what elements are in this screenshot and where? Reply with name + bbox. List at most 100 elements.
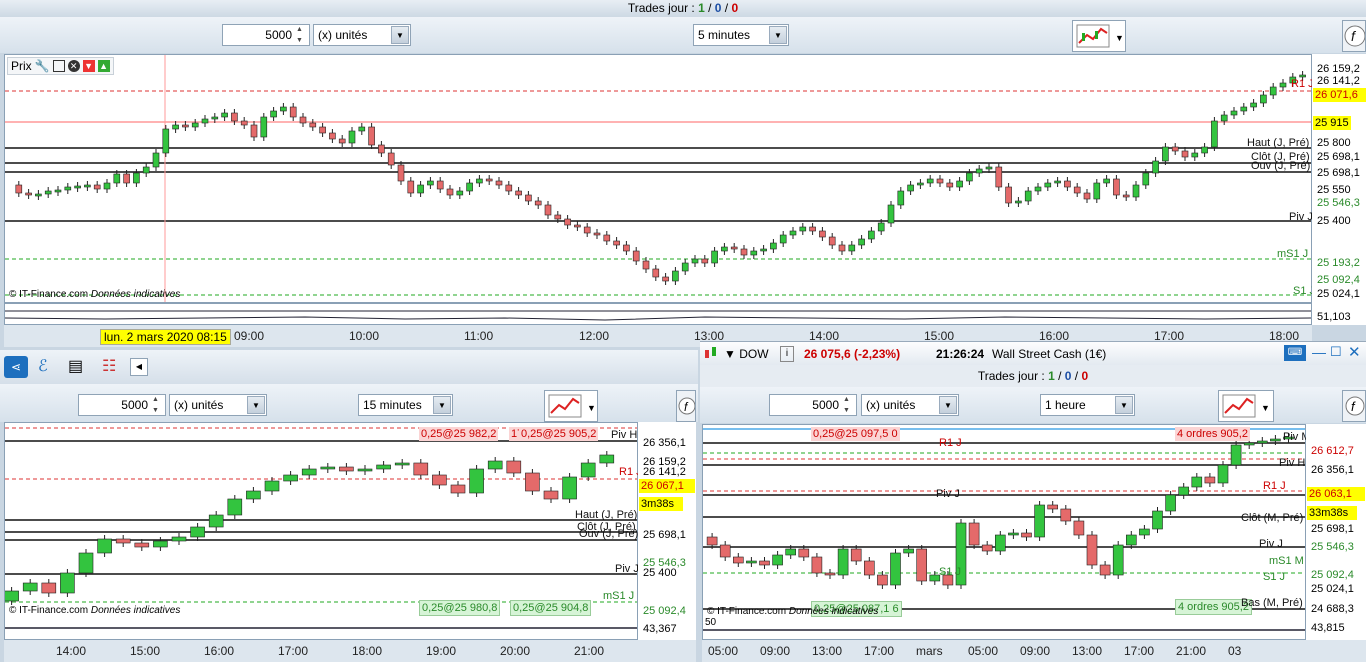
candle	[1201, 146, 1208, 154]
candle	[811, 556, 823, 574]
window-icon[interactable]	[52, 60, 65, 72]
candle	[208, 514, 224, 528]
chevron-down-icon[interactable]: ▼	[939, 396, 957, 414]
candle	[495, 180, 503, 186]
br-timeframe-select[interactable]: 1 heure ▼	[1040, 394, 1135, 416]
instrument-name: DOW	[739, 347, 769, 361]
price-tick: 25 400	[1317, 215, 1351, 227]
order-tag[interactable]: 4 ordres 905,2	[1175, 427, 1250, 441]
br-unit-select[interactable]: (x) unités ▼	[861, 394, 959, 416]
chevron-down-icon[interactable]: ▼	[391, 26, 409, 44]
stepper-arrows-icon[interactable]: ▲ ▼	[843, 395, 854, 415]
unit-value: (x) unités	[866, 398, 916, 412]
candle	[897, 190, 905, 206]
bl-unit-select[interactable]: (x) unités ▼	[169, 394, 267, 416]
br-formula-button[interactable]: f	[1342, 390, 1366, 422]
close-icon[interactable]: ✕	[67, 60, 80, 72]
candle	[201, 118, 209, 124]
candle	[93, 184, 101, 190]
collapse-left-icon[interactable]: ◀	[130, 358, 148, 376]
candle	[623, 244, 630, 252]
share-icon[interactable]: ⋖	[4, 356, 28, 378]
candle	[672, 270, 679, 282]
bl-formula-button[interactable]: f	[676, 390, 696, 422]
order-tag[interactable]: 0,25@25 905,2	[519, 427, 599, 441]
tree-icon[interactable]: ☷	[102, 356, 116, 376]
oscillator-label: 50	[705, 617, 717, 628]
order-tag[interactable]: 0,25@25 980,8	[419, 600, 501, 616]
candle	[289, 106, 297, 118]
bl-price-axis: 26 356,1 26 159,2 26 141,2 26 067,1 3m38…	[638, 422, 696, 640]
candle	[1240, 106, 1248, 112]
candle	[1279, 82, 1287, 88]
candle	[387, 152, 395, 166]
candle	[1142, 172, 1150, 186]
candle	[264, 480, 280, 492]
candles-icon	[704, 346, 720, 360]
main-chart-area[interactable]: Prix 🔧 ✕ ▼ ▲ © IT-Finance.com Données in…	[4, 54, 1315, 303]
bl-chart-type-button[interactable]: ▼	[544, 390, 598, 422]
candle	[701, 258, 709, 264]
minimize-icon[interactable]: —	[1312, 344, 1326, 360]
arrow-down-icon[interactable]: ▼	[82, 60, 95, 72]
candle	[221, 112, 228, 118]
indicator-icon[interactable]: ℰ	[38, 356, 48, 376]
candle	[84, 184, 91, 188]
candle	[1152, 160, 1159, 174]
time-tick: 19:00	[426, 644, 457, 658]
info-icon[interactable]: i	[780, 346, 794, 362]
price-tick: 25 400	[643, 567, 677, 579]
bl-quantity-stepper[interactable]: 5000 ▲ ▼	[78, 394, 166, 416]
wrench-icon[interactable]: 🔧	[35, 59, 50, 73]
candle	[22, 582, 38, 592]
candle	[706, 536, 718, 546]
candle	[1086, 534, 1098, 566]
close-icon[interactable]: ✕	[1348, 343, 1361, 361]
price-tick: 25 546,3	[1317, 197, 1360, 209]
bl-chart-area[interactable]: 0,25@25 982,2 171,7 0,25@25 905,2 0,25@2…	[4, 422, 642, 640]
formula-button[interactable]: f	[1342, 20, 1366, 52]
line-label-r1: R1 J	[1263, 480, 1286, 492]
chart-type-button[interactable]: ▼	[1072, 20, 1126, 52]
chevron-down-icon[interactable]: ▼	[247, 396, 265, 414]
timeframe-select[interactable]: 5 minutes ▼	[693, 24, 789, 46]
timeframe-value: 1 heure	[1045, 398, 1086, 412]
chevron-down-icon[interactable]: ▼	[1115, 396, 1133, 414]
candle	[740, 248, 748, 256]
order-tag[interactable]: 0,25@25 904,8	[510, 600, 592, 616]
oscillator-value: 43,367	[643, 623, 677, 635]
br-chart-area[interactable]: 0,25@25 097,5 0 4 ordres 905,2 0,25@25 0…	[702, 424, 1311, 640]
br-chart-type-button[interactable]: ▼	[1218, 390, 1274, 422]
order-tag[interactable]: 0,25@25 097,5 0	[811, 427, 900, 441]
arrow-up-icon[interactable]: ▲	[97, 60, 110, 72]
trades-label: Trades jour :	[627, 1, 699, 15]
candle	[985, 166, 993, 170]
br-quantity-stepper[interactable]: 5000 ▲ ▼	[769, 394, 857, 416]
candle	[417, 184, 424, 194]
chevron-down-icon[interactable]: ▼	[433, 396, 451, 414]
candle	[750, 250, 758, 256]
chevron-down-icon[interactable]: ▼	[769, 26, 787, 44]
candle	[868, 230, 875, 240]
candle	[730, 246, 738, 250]
keyboard-icon[interactable]: ⌨	[1284, 345, 1306, 361]
unit-select[interactable]: (x) unités ▼	[313, 24, 411, 46]
list-icon[interactable]: ▤	[68, 356, 83, 376]
candle	[436, 180, 444, 190]
stepper-arrows-icon[interactable]: ▲ ▼	[152, 395, 163, 415]
bl-timeframe-select[interactable]: 15 minutes ▼	[358, 394, 453, 416]
instrument-select[interactable]: ▼ DOW	[724, 347, 769, 361]
candle	[1204, 476, 1216, 484]
candle	[456, 190, 464, 196]
quantity-stepper[interactable]: 5000 ▲ ▼	[222, 24, 310, 46]
stepper-arrows-icon[interactable]: ▲ ▼	[296, 25, 307, 45]
price-tick: 25 698,1	[1311, 523, 1354, 535]
maximize-icon[interactable]: ☐	[1330, 344, 1342, 360]
candle	[1103, 178, 1110, 184]
candle	[41, 582, 57, 594]
candle	[250, 124, 258, 138]
timeframe-value: 15 minutes	[363, 398, 422, 412]
order-tag[interactable]: 0,25@25 982,2	[419, 427, 499, 441]
candle	[190, 526, 205, 538]
disclaimer-text: Données indicatives	[788, 606, 879, 617]
